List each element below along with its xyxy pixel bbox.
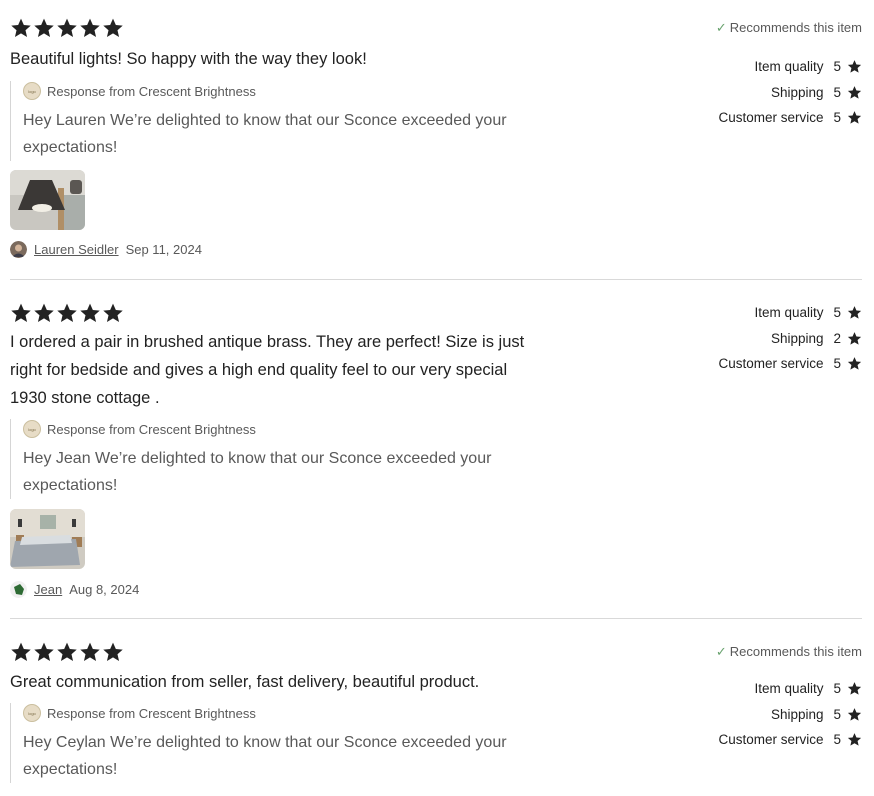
rating-item-quality: Item quality 5	[622, 54, 862, 80]
review-photo-thumbnail[interactable]	[10, 509, 85, 569]
star-icon	[847, 110, 862, 125]
star-icon	[847, 681, 862, 696]
star-rating	[10, 302, 124, 324]
recommends-text: Recommends this item	[729, 644, 862, 659]
rating-shipping: Shipping 2	[622, 326, 862, 352]
review-date: Sep 11, 2024	[125, 242, 202, 257]
star-icon	[847, 85, 862, 100]
divider	[10, 279, 862, 280]
reviewer-name-link[interactable]: Lauren Seidler	[34, 242, 119, 257]
rating-label: Customer service	[718, 732, 824, 748]
star-icon	[102, 641, 124, 663]
star-icon	[56, 302, 78, 324]
rating-item-quality: Item quality 5	[622, 300, 862, 326]
review-card: Great communication from seller, fast de…	[10, 641, 862, 796]
rating-value: 2	[833, 330, 841, 346]
rating-value: 5	[833, 84, 841, 100]
response-text: Hey Lauren We’re delighted to know that …	[23, 112, 507, 156]
response-text: Hey Ceylan We’re delighted to know that …	[23, 734, 507, 778]
star-icon	[79, 302, 101, 324]
star-icon	[102, 302, 124, 324]
rating-label: Item quality	[754, 59, 824, 75]
rating-customer-service: Customer service 5	[622, 727, 862, 753]
rating-value: 5	[833, 732, 841, 748]
rating-label: Customer service	[718, 356, 824, 372]
recommends-text: Recommends this item	[729, 20, 862, 35]
seller-response: logo Response from Crescent Brightness H…	[10, 81, 570, 161]
review-byline: Lauren Seidler Sep 11, 2024	[10, 241, 202, 258]
review-text: Great communication from seller, fast de…	[10, 673, 480, 691]
rating-value: 5	[833, 305, 841, 321]
response-from: Response from Crescent Brightness	[47, 83, 256, 99]
rating-customer-service: Customer service 5	[622, 105, 862, 131]
star-icon	[10, 302, 32, 324]
recommends-badge: ✓ Recommends this item	[716, 20, 862, 36]
divider	[10, 618, 862, 619]
review-card: I ordered a pair in brushed antique bras…	[10, 302, 862, 602]
seller-response: logo Response from Crescent Brightness H…	[10, 419, 570, 499]
shop-logo-icon: logo	[23, 82, 41, 100]
rating-label: Customer service	[718, 110, 824, 126]
avatar[interactable]	[10, 241, 27, 258]
response-text: Hey Jean We’re delighted to know that ou…	[23, 450, 492, 494]
rating-value: 5	[833, 681, 841, 697]
star-icon	[847, 707, 862, 722]
star-icon	[33, 302, 55, 324]
rating-value: 5	[833, 59, 841, 75]
checkmark-icon: ✓	[715, 644, 727, 659]
shop-logo-icon: logo	[23, 420, 41, 438]
rating-item-quality: Item quality 5	[622, 676, 862, 702]
star-icon	[79, 17, 101, 39]
response-from: Response from Crescent Brightness	[47, 421, 256, 437]
star-icon	[10, 641, 32, 663]
recommends-badge: ✓ Recommends this item	[716, 644, 862, 660]
review-text: Beautiful lights! So happy with the way …	[10, 50, 367, 68]
avatar[interactable]	[10, 581, 27, 598]
rating-value: 5	[833, 356, 841, 372]
review-photo-thumbnail[interactable]	[10, 170, 85, 230]
rating-shipping: Shipping 5	[622, 80, 862, 106]
rating-breakdown: Item quality 5 Shipping 5 Customer servi…	[622, 676, 862, 753]
star-icon	[10, 17, 32, 39]
star-icon	[56, 641, 78, 663]
review-byline: Jean Aug 8, 2024	[10, 581, 139, 598]
rating-label: Shipping	[770, 330, 824, 346]
rating-customer-service: Customer service 5	[622, 351, 862, 377]
rating-label: Shipping	[770, 84, 824, 100]
star-icon	[33, 17, 55, 39]
star-icon	[847, 331, 862, 346]
rating-shipping: Shipping 5	[622, 702, 862, 728]
shop-logo-icon: logo	[23, 704, 41, 722]
checkmark-icon: ✓	[715, 20, 727, 35]
review-date: Aug 8, 2024	[69, 582, 140, 597]
star-icon	[102, 17, 124, 39]
star-icon	[33, 641, 55, 663]
rating-value: 5	[833, 706, 841, 722]
rating-label: Item quality	[754, 305, 824, 321]
rating-breakdown: Item quality 5 Shipping 5 Customer servi…	[622, 54, 862, 131]
review-card: Beautiful lights! So happy with the way …	[10, 17, 862, 267]
seller-response: logo Response from Crescent Brightness H…	[10, 703, 570, 783]
reviewer-name-link[interactable]: Jean	[34, 582, 62, 597]
star-rating	[10, 641, 124, 663]
rating-value: 5	[833, 110, 841, 126]
star-icon	[847, 356, 862, 371]
rating-label: Shipping	[770, 706, 824, 722]
star-icon	[847, 59, 862, 74]
star-rating	[10, 17, 124, 39]
star-icon	[79, 641, 101, 663]
star-icon	[847, 305, 862, 320]
review-text: I ordered a pair in brushed antique bras…	[10, 333, 525, 407]
rating-label: Item quality	[754, 681, 824, 697]
star-icon	[847, 732, 862, 747]
response-from: Response from Crescent Brightness	[47, 705, 256, 721]
rating-breakdown: Item quality 5 Shipping 2 Customer servi…	[622, 300, 862, 377]
star-icon	[56, 17, 78, 39]
